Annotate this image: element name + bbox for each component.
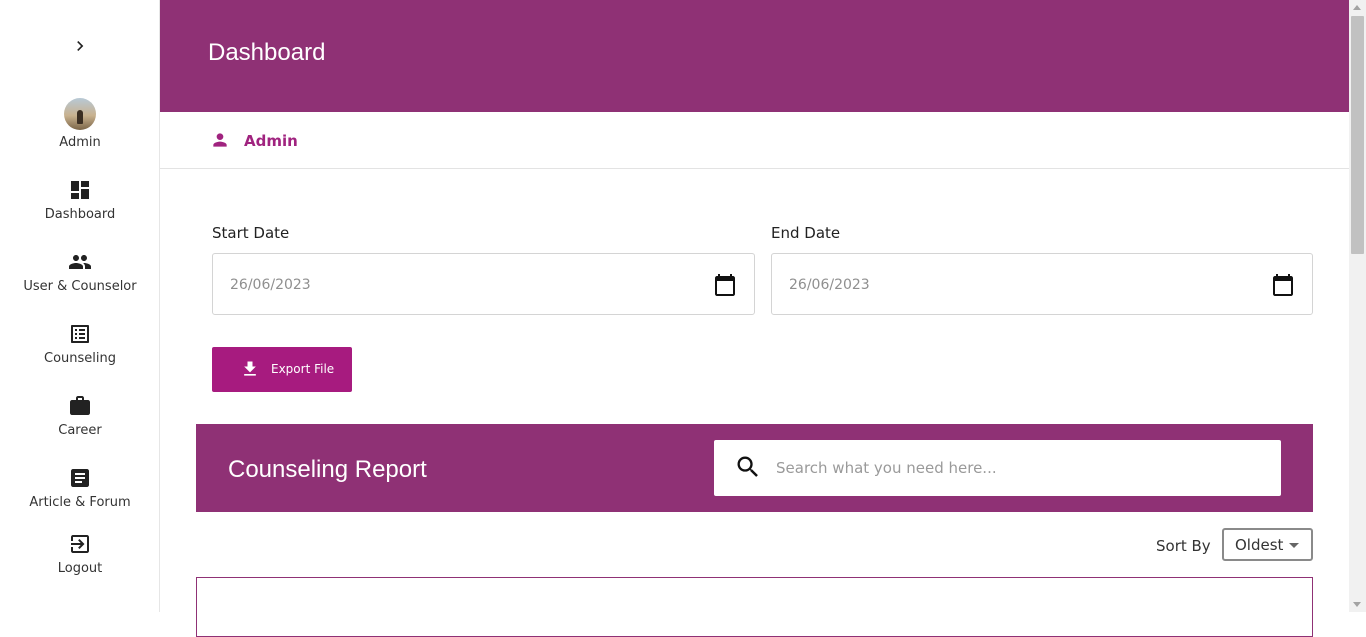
sidebar-item-logout[interactable]: Logout [0,532,160,576]
person-icon [213,133,227,147]
scroll-up-icon[interactable] [1353,5,1361,10]
page-scrollbar[interactable] [1349,0,1366,612]
search-icon [737,456,758,477]
export-file-label: Export File [271,362,335,376]
start-date-label: Start Date [212,224,290,242]
sidebar-item-label: Logout [57,561,103,576]
people-icon [69,255,91,269]
sidebar-item-career[interactable]: Career [0,394,160,438]
list-icon [71,325,89,343]
scrollbar-thumb[interactable] [1351,16,1364,254]
page-title: Dashboard [208,39,326,66]
end-date-label: End Date [771,224,841,242]
calendar-icon[interactable] [1271,273,1295,297]
avatar [64,98,96,130]
end-date-value: 26/06/2023 [789,277,870,293]
sidebar-item-label: Admin [59,135,101,150]
logout-icon [71,535,89,553]
sort-select[interactable]: Oldest [1222,528,1313,561]
sort-value: Oldest [1235,536,1284,554]
search-input[interactable] [776,454,1256,482]
user-bar: Admin [160,112,1349,169]
report-table [196,577,1313,637]
end-date-field[interactable]: 26/06/2023 [771,253,1313,315]
search-box [714,440,1281,496]
sidebar-item-user-counselor[interactable]: User & Counselor [0,250,160,294]
top-header: Dashboard [160,0,1349,112]
calendar-icon[interactable] [713,273,737,297]
sort-by-label: Sort By [1156,537,1211,555]
report-title: Counseling Report [228,456,427,483]
sidebar: Admin Dashboard User & Counselor Counsel… [0,0,160,612]
export-file-button[interactable]: Export File [212,347,352,392]
sidebar-item-label: Counseling [44,351,116,366]
briefcase-icon [70,396,90,415]
report-header: Counseling Report [196,424,1313,512]
caret-down-icon [1289,543,1299,548]
article-icon [71,469,89,487]
chevron-right-icon[interactable] [70,36,90,56]
sidebar-item-label: User & Counselor [23,279,137,294]
download-icon [244,361,256,376]
user-name: Admin [244,132,298,150]
sidebar-item-label: Dashboard [44,207,116,222]
scroll-down-icon[interactable] [1353,602,1361,607]
sidebar-item-admin[interactable]: Admin [0,98,160,150]
sidebar-item-dashboard[interactable]: Dashboard [0,178,160,222]
sidebar-item-article-forum[interactable]: Article & Forum [0,466,160,508]
sidebar-item-label: Career [58,423,102,438]
sidebar-item-label: Article & Forum [29,495,131,508]
dashboard-icon [71,181,89,199]
sidebar-item-counseling[interactable]: Counseling [0,322,160,366]
start-date-field[interactable]: 26/06/2023 [212,253,755,315]
start-date-value: 26/06/2023 [230,277,311,293]
